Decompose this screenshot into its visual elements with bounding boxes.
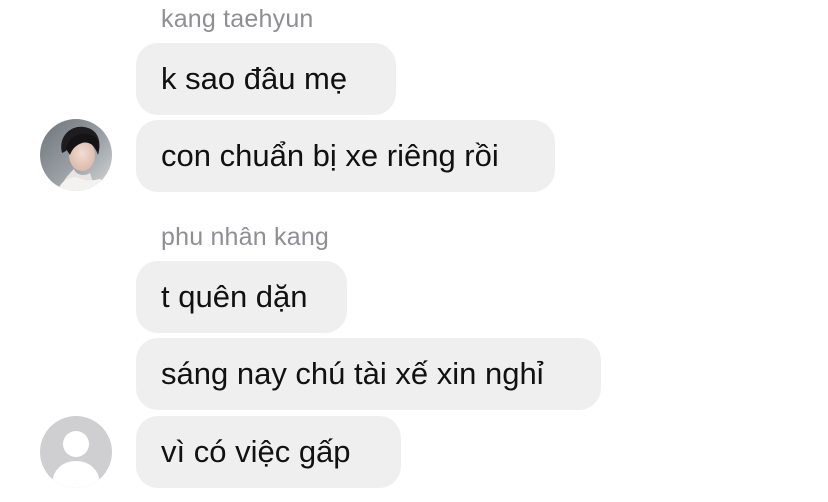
message-bubble[interactable]: k sao đâu mẹ <box>136 43 396 115</box>
message-text: sáng nay chú tài xế xin nghỉ <box>161 356 544 391</box>
user-photo-avatar-icon <box>40 119 112 191</box>
sender-name: phu nhân kang <box>161 223 330 251</box>
message-bubble[interactable]: vì có việc gấp <box>136 416 401 488</box>
sender-name: kang taehyun <box>161 5 314 33</box>
message-bubble[interactable]: con chuẩn bị xe riêng rồi <box>136 120 555 192</box>
message-bubble[interactable]: t quên dặn <box>136 261 347 333</box>
message-text: con chuẩn bị xe riêng rồi <box>161 138 499 173</box>
message-text: t quên dặn <box>161 279 308 314</box>
message-text: k sao đâu mẹ <box>161 61 348 96</box>
user-photo-avatar[interactable] <box>40 119 112 191</box>
default-user-avatar[interactable] <box>40 416 112 488</box>
message-text: vì có việc gấp <box>161 434 351 469</box>
message-bubble[interactable]: sáng nay chú tài xế xin nghỉ <box>136 338 601 410</box>
default-user-avatar-icon <box>40 416 112 488</box>
